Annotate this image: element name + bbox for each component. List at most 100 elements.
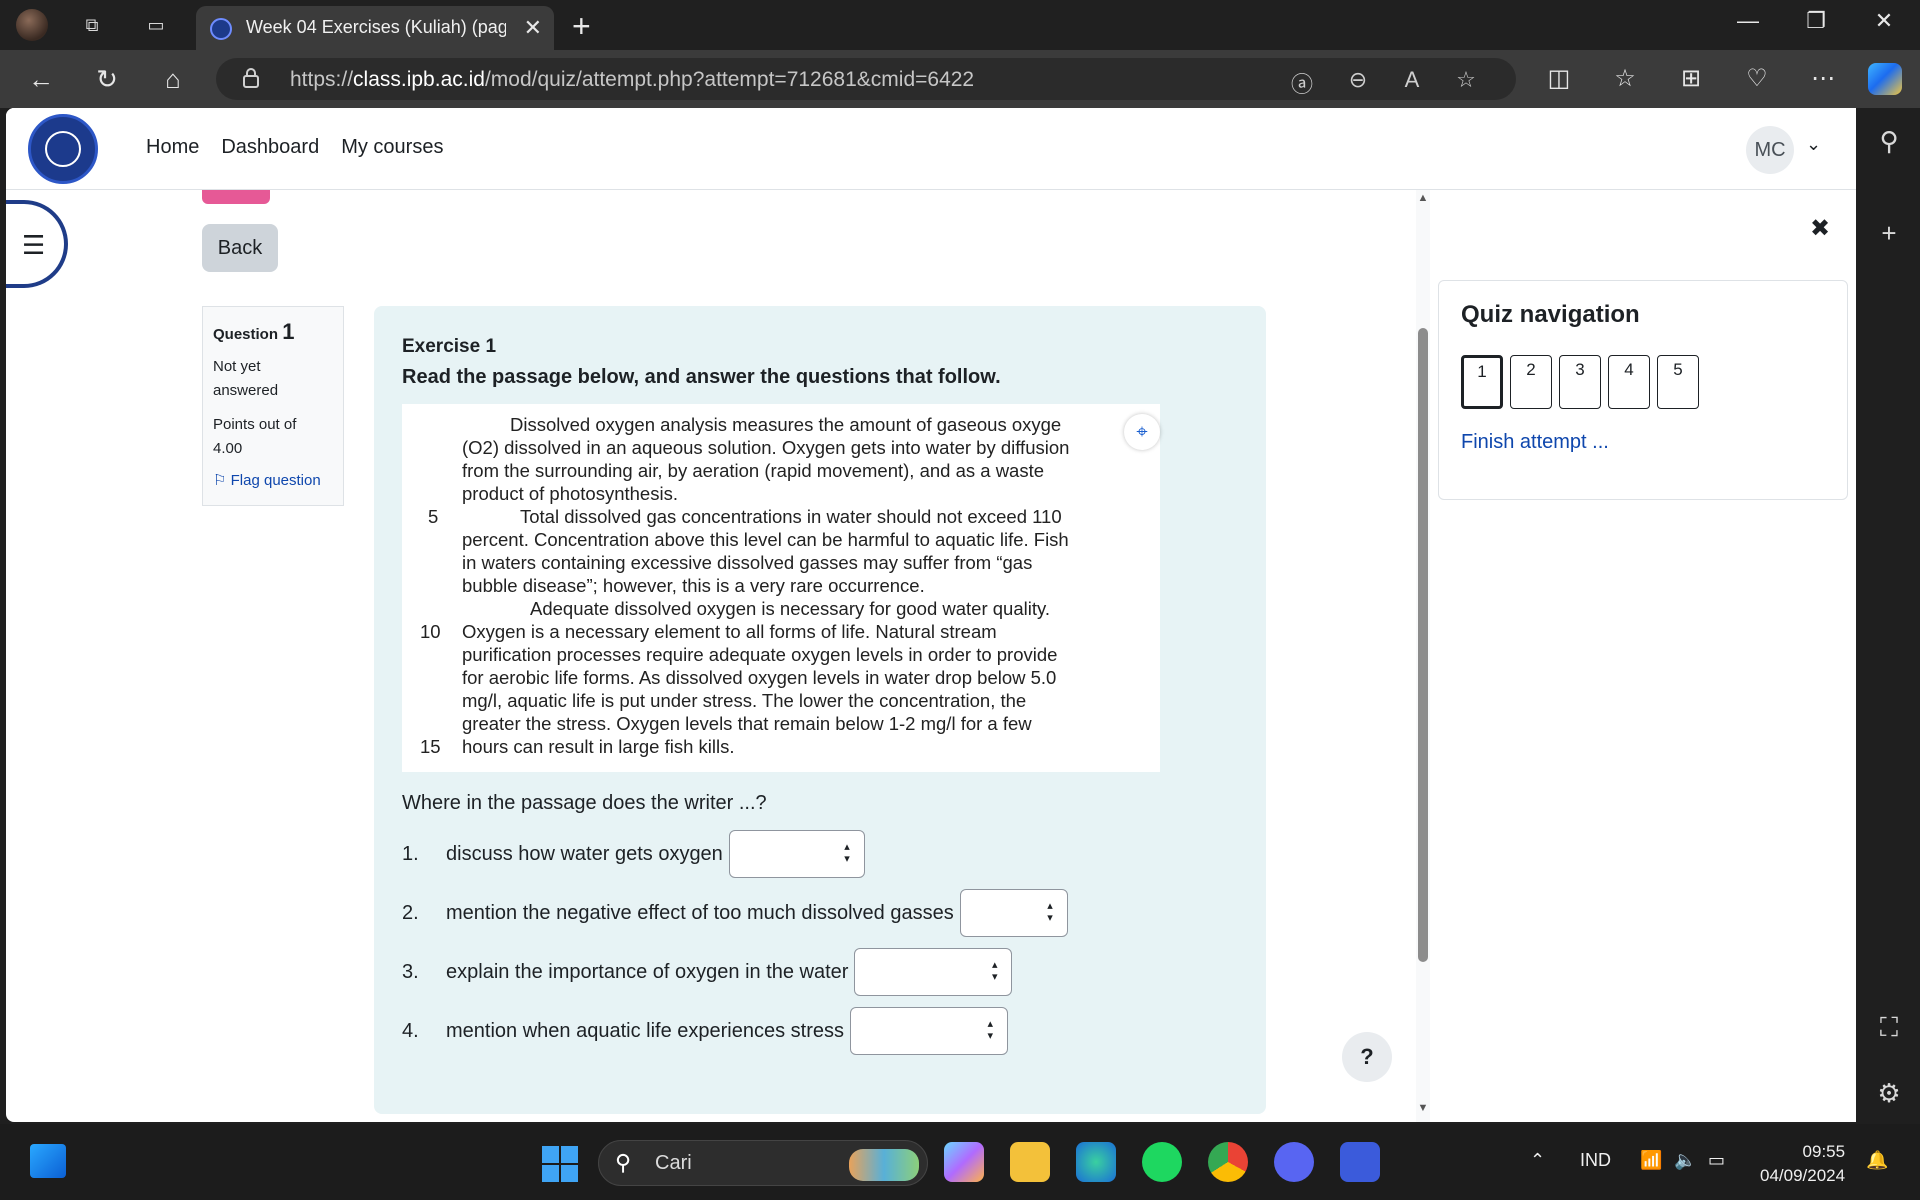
search-highlight-image	[849, 1149, 919, 1181]
nav-my-courses-link[interactable]: My courses	[341, 136, 443, 159]
chevron-down-icon[interactable]: ⌄	[1806, 134, 1821, 155]
back-arrow-icon[interactable]: ←	[24, 64, 58, 95]
nav-home-link[interactable]: Home	[146, 136, 199, 159]
passage-line: purification processes require adequate …	[462, 644, 1058, 665]
discord-icon[interactable]	[1274, 1142, 1314, 1182]
passage-line: bubble disease”; however, this is a very…	[462, 575, 925, 596]
course-index-toggle[interactable]: ☰	[6, 200, 68, 288]
passage-line: for aerobic life forms. As dissolved oxy…	[462, 667, 1057, 688]
tab-active[interactable]: Week 04 Exercises (Kuliah) (page ✕	[196, 6, 554, 50]
browser-essentials-icon[interactable]: ♡	[1740, 64, 1774, 93]
notification-bell-icon[interactable]: 🔔	[1866, 1150, 1888, 1171]
passage-line: Adequate dissolved oxygen is necessary f…	[530, 598, 1051, 619]
item-number: 2.	[402, 901, 419, 924]
flag-question-link[interactable]: ⚐ Flag question	[213, 471, 333, 489]
read-aloud-icon[interactable]: A	[1396, 67, 1428, 93]
screenshot-icon[interactable]: ⛶	[1874, 1012, 1904, 1044]
scroll-up-icon[interactable]: ▲	[1416, 192, 1430, 204]
wifi-icon[interactable]: 📶	[1640, 1150, 1662, 1171]
show-hidden-icons-chevron-icon[interactable]: ⌃	[1530, 1150, 1545, 1171]
workspaces-icon[interactable]: ⧉	[78, 11, 106, 39]
chrome-icon[interactable]	[1208, 1142, 1248, 1182]
copilot-icon[interactable]	[1868, 63, 1902, 95]
search-icon: ⚲	[615, 1150, 632, 1175]
quiz-nav-button-2[interactable]: 2	[1510, 355, 1552, 409]
clock-time: 09:55	[1802, 1142, 1846, 1161]
ipb-favicon-icon	[210, 18, 232, 40]
pink-button-fragment[interactable]	[202, 190, 270, 204]
item-number: 3.	[402, 960, 419, 983]
file-explorer-icon[interactable]	[1010, 1142, 1050, 1182]
tab-title: Week 04 Exercises (Kuliah) (page	[246, 17, 506, 37]
quiz-nav-button-3[interactable]: 3	[1559, 355, 1601, 409]
restore-button[interactable]: ❐	[1796, 8, 1836, 34]
copilot-app-icon[interactable]	[944, 1142, 984, 1182]
match-item: 2. mention the negative effect of too mu…	[402, 889, 1068, 937]
spotify-icon[interactable]	[1142, 1142, 1182, 1182]
visual-search-icon[interactable]: ⌖	[1124, 414, 1160, 450]
passage-line: hours can result in large fish kills.	[462, 736, 735, 757]
taskbar-search[interactable]: ⚲ Cari	[598, 1140, 928, 1186]
new-tab-button[interactable]: +	[572, 8, 591, 45]
answer-select-4[interactable]	[850, 1007, 1008, 1055]
address-bar[interactable]: https://class.ipb.ac.id/mod/quiz/attempt…	[216, 58, 1516, 100]
split-screen-icon[interactable]: ◫	[1542, 64, 1576, 93]
help-button[interactable]: ?	[1342, 1032, 1392, 1082]
more-menu-icon[interactable]: ⋯	[1806, 64, 1840, 93]
answer-select-1[interactable]	[728, 830, 865, 878]
app-icon[interactable]	[1340, 1142, 1380, 1182]
favorites-icon[interactable]: ☆	[1608, 64, 1642, 93]
add-sidebar-app-icon[interactable]: +	[1874, 218, 1904, 249]
passage-line: mg/l, aquatic life is put under stress. …	[462, 690, 1027, 711]
zoom-out-icon[interactable]: ⊖	[1342, 67, 1374, 93]
refresh-icon[interactable]: ↻	[90, 64, 124, 95]
collections-icon[interactable]: ⊞	[1674, 64, 1708, 93]
site-header: Home Dashboard My courses MC ⌄	[6, 108, 1856, 190]
volume-icon[interactable]: 🔈	[1674, 1150, 1696, 1171]
answer-select-3[interactable]	[854, 948, 1013, 996]
input-language[interactable]: IND	[1580, 1150, 1611, 1171]
settings-gear-icon[interactable]: ⚙	[1874, 1078, 1904, 1109]
page-scrollbar-thumb[interactable]	[1418, 328, 1428, 962]
home-icon[interactable]: ⌂	[156, 64, 190, 95]
question-grade: Points out of 4.00	[213, 416, 297, 457]
quiz-nav-button-5[interactable]: 5	[1657, 355, 1699, 409]
question-state: Not yet answered	[213, 358, 279, 399]
favorite-star-icon[interactable]: ☆	[1450, 67, 1482, 93]
user-avatar[interactable]: MC	[1746, 126, 1794, 174]
ipb-logo[interactable]	[28, 114, 98, 184]
quiz-nav-button-4[interactable]: 4	[1608, 355, 1650, 409]
match-item: 4. mention when aquatic life experiences…	[402, 1007, 1008, 1055]
edge-browser-icon[interactable]	[1076, 1142, 1116, 1182]
match-item: 1. discuss how water gets oxygen	[402, 830, 865, 878]
quiz-nav-button-1[interactable]: 1	[1461, 355, 1503, 409]
taskbar-search-placeholder: Cari	[655, 1152, 692, 1174]
lock-icon[interactable]	[242, 67, 260, 89]
minimize-button[interactable]: —	[1728, 8, 1768, 34]
vertical-tabs-icon[interactable]: ▭	[142, 11, 170, 39]
answer-select-2[interactable]	[959, 889, 1068, 937]
scroll-down-icon[interactable]: ▼	[1416, 1102, 1430, 1114]
passage-line: from the surrounding air, by aeration (r…	[462, 460, 1045, 481]
widgets-icon[interactable]	[30, 1144, 66, 1178]
item-number: 1.	[402, 842, 419, 865]
nav-dashboard-link[interactable]: Dashboard	[221, 136, 319, 159]
battery-icon[interactable]: ▭	[1708, 1150, 1725, 1171]
back-button[interactable]: Back	[202, 224, 278, 272]
translate-icon[interactable]: ⓐ	[1286, 67, 1318, 99]
browser-tab-bar: ⧉ ▭ Week 04 Exercises (Kuliah) (page ✕ +…	[0, 0, 1920, 50]
finish-attempt-link[interactable]: Finish attempt ...	[1461, 431, 1609, 454]
tab-close-icon[interactable]: ✕	[524, 15, 542, 41]
close-window-button[interactable]: ✕	[1864, 8, 1904, 34]
passage-line: product of photosynthesis.	[462, 483, 678, 504]
close-drawer-icon[interactable]: ✖	[1810, 214, 1830, 243]
item-text: discuss how water gets oxygen	[446, 842, 723, 865]
passage-line: greater the stress. Oxygen levels that r…	[462, 713, 1032, 734]
line-number: 5	[428, 506, 439, 527]
start-button[interactable]	[542, 1146, 578, 1182]
profile-avatar[interactable]	[16, 9, 48, 41]
exercise-title: Exercise 1	[402, 336, 497, 357]
system-clock[interactable]: 09:55 04/09/2024	[1760, 1140, 1845, 1188]
search-icon[interactable]: ⚲	[1874, 126, 1904, 157]
url-text[interactable]: https://class.ipb.ac.id/mod/quiz/attempt…	[290, 68, 974, 92]
